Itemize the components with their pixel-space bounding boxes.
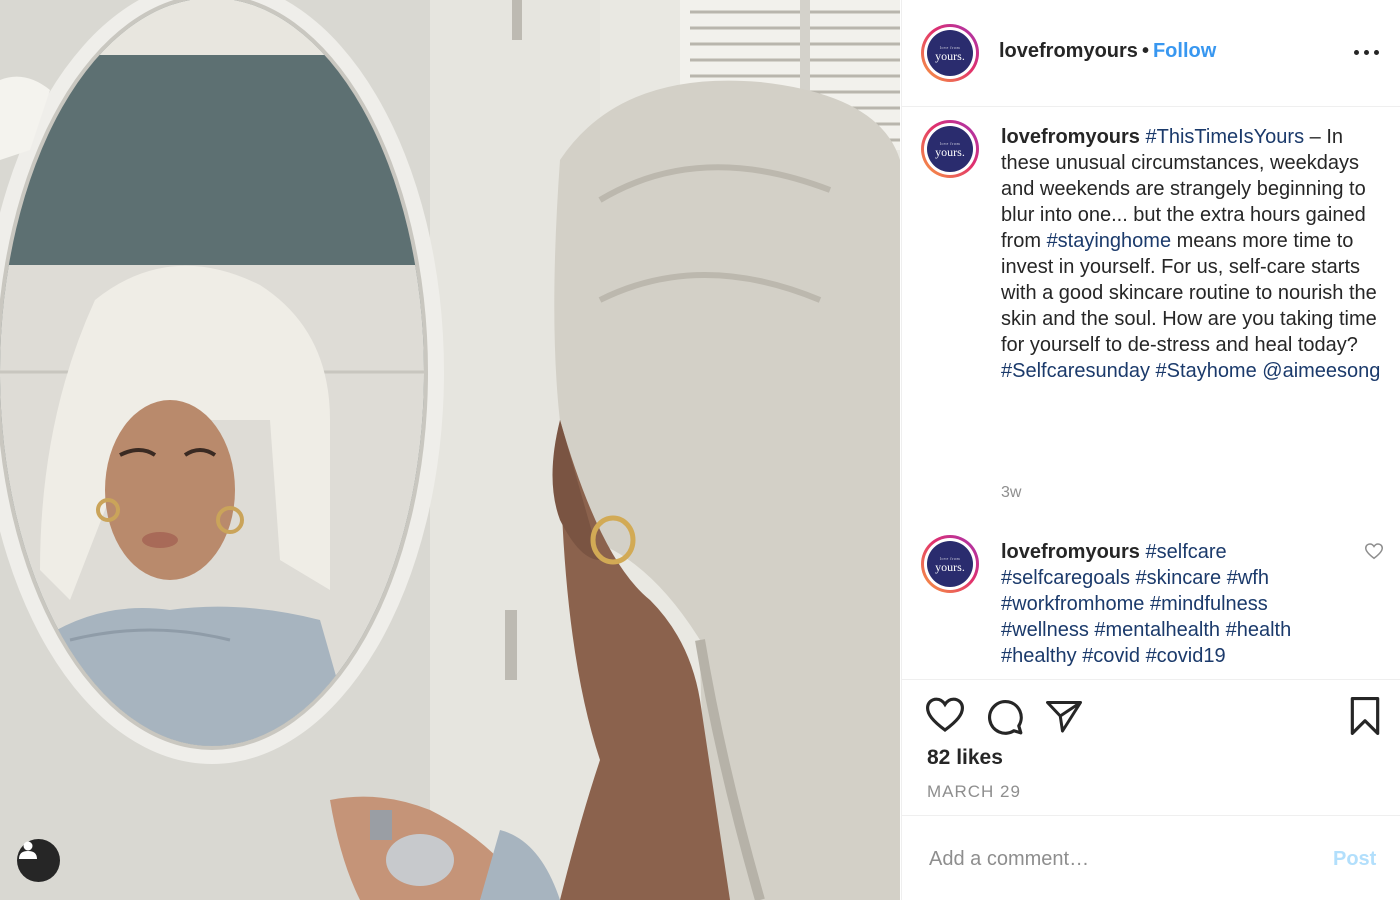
header-separator: • bbox=[1141, 40, 1149, 62]
hashtag-link[interactable]: #selfcaregoals bbox=[1001, 567, 1130, 589]
hashtag-link[interactable]: #wellness bbox=[1001, 619, 1089, 641]
comment-text: lovefromyours #selfcare #selfcaregoals #… bbox=[1001, 539, 1351, 669]
avatar[interactable]: love from yours. bbox=[921, 120, 979, 178]
avatar-logo-text: yours. bbox=[935, 144, 965, 159]
hashtag-link[interactable]: #covid19 bbox=[1146, 645, 1226, 667]
user-tag-icon bbox=[19, 841, 37, 859]
caption-text: lovefromyours #ThisTimeIsYours – In thes… bbox=[1001, 124, 1389, 384]
bookmark-icon[interactable] bbox=[1348, 697, 1382, 735]
hashtag-link[interactable]: #wfh bbox=[1227, 567, 1269, 589]
hashtag-link[interactable]: #mentalhealth bbox=[1094, 619, 1220, 641]
hashtag-link[interactable]: #workfromhome bbox=[1001, 593, 1144, 615]
header-username[interactable]: lovefromyours bbox=[999, 40, 1138, 62]
more-options-icon[interactable] bbox=[1354, 42, 1380, 62]
hashtag-link[interactable]: #health bbox=[1226, 619, 1292, 641]
hashtag-link[interactable]: #Stayhome bbox=[1156, 360, 1257, 382]
caption-time[interactable]: 3w bbox=[1001, 484, 1021, 502]
paper-plane-icon[interactable] bbox=[1046, 699, 1082, 733]
avatar-logo-small: love from bbox=[939, 44, 961, 50]
hashtag-link[interactable]: #ThisTimeIsYours bbox=[1146, 126, 1305, 148]
mention-link[interactable]: @aimeesong bbox=[1262, 360, 1380, 382]
tagged-users-button[interactable] bbox=[17, 839, 60, 882]
avatar-logo-text: yours. bbox=[935, 559, 965, 574]
add-comment-bar: Post bbox=[902, 816, 1400, 900]
avatar[interactable]: love from yours. bbox=[921, 535, 979, 593]
comment-username[interactable]: lovefromyours bbox=[1001, 541, 1140, 563]
post-photo[interactable] bbox=[0, 0, 900, 900]
header-user-line: lovefromyours • Follow bbox=[999, 40, 1216, 63]
hashtag-link[interactable]: #covid bbox=[1082, 645, 1140, 667]
hashtag-link[interactable]: #healthy bbox=[1001, 645, 1077, 667]
avatar[interactable]: love from yours. bbox=[921, 24, 979, 82]
follow-button[interactable]: Follow bbox=[1153, 40, 1216, 62]
caption-body: #ThisTimeIsYours – In these unusual circ… bbox=[1001, 126, 1380, 382]
post-date[interactable]: MARCH 29 bbox=[927, 782, 1021, 802]
likes-count[interactable]: 82 likes bbox=[927, 746, 1003, 770]
heart-icon[interactable] bbox=[926, 697, 964, 733]
post-panel: love from yours. lovefromyours • Follow lo… bbox=[901, 0, 1400, 900]
hashtag-link[interactable]: #mindfulness bbox=[1150, 593, 1268, 615]
hashtag-link[interactable]: #Selfcaresunday bbox=[1001, 360, 1150, 382]
avatar-logo-text: yours. bbox=[935, 48, 965, 63]
comment-bubble-icon[interactable] bbox=[986, 698, 1024, 736]
avatar-logo-small: love from bbox=[939, 555, 961, 561]
post-image bbox=[0, 0, 900, 900]
comment-input[interactable] bbox=[927, 842, 1311, 876]
post-button[interactable]: Post bbox=[1333, 848, 1376, 871]
caption-username[interactable]: lovefromyours bbox=[1001, 126, 1140, 148]
comment-like-icon[interactable] bbox=[1365, 543, 1383, 560]
comments-section[interactable]: love from yours. lovefromyours #ThisTime… bbox=[902, 107, 1400, 680]
post-header: love from yours. lovefromyours • Follow bbox=[902, 0, 1400, 107]
hashtag-link[interactable]: #selfcare bbox=[1146, 541, 1227, 563]
avatar-logo-small: love from bbox=[939, 140, 961, 146]
hashtag-link[interactable]: #stayinghome bbox=[1047, 230, 1172, 252]
hashtag-link[interactable]: #skincare bbox=[1136, 567, 1222, 589]
